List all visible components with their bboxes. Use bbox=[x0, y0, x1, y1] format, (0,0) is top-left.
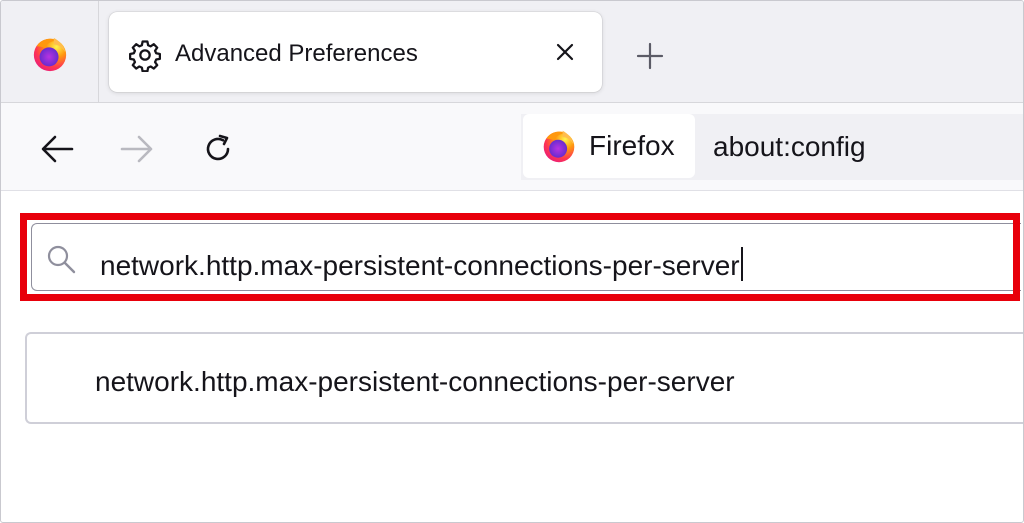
plus-icon bbox=[636, 42, 664, 70]
tab-strip: Advanced Preferences bbox=[1, 1, 1023, 103]
gear-icon bbox=[128, 40, 162, 72]
tab-title: Advanced Preferences bbox=[175, 40, 418, 67]
highlight-annotation bbox=[20, 213, 1020, 301]
site-identity-button[interactable]: Firefox bbox=[523, 114, 695, 178]
reload-button[interactable] bbox=[196, 127, 240, 171]
back-button[interactable] bbox=[35, 127, 79, 171]
preference-name: network.http.max-persistent-connections-… bbox=[95, 366, 735, 397]
identity-label: Firefox bbox=[589, 130, 675, 161]
url-text[interactable]: about:config bbox=[713, 131, 866, 163]
firefox-logo-icon bbox=[543, 130, 575, 163]
browser-window: Advanced Preferences Firefox about:confi… bbox=[0, 0, 1024, 523]
forward-arrow-icon bbox=[120, 135, 153, 163]
firefox-logo-icon bbox=[33, 37, 66, 71]
navigation-toolbar: Firefox about:config bbox=[1, 103, 1023, 191]
forward-button[interactable] bbox=[115, 127, 159, 171]
back-arrow-icon bbox=[41, 135, 74, 163]
close-icon bbox=[556, 43, 574, 61]
config-result-row[interactable]: network.http.max-persistent-connections-… bbox=[25, 332, 1023, 424]
new-tab-button[interactable] bbox=[631, 37, 669, 75]
pinned-tab-firefox[interactable] bbox=[1, 1, 99, 102]
url-bar[interactable]: Firefox about:config bbox=[521, 114, 1023, 180]
tab-advanced-preferences[interactable]: Advanced Preferences bbox=[109, 12, 602, 92]
close-tab-button[interactable] bbox=[549, 36, 581, 68]
reload-icon bbox=[206, 134, 230, 161]
